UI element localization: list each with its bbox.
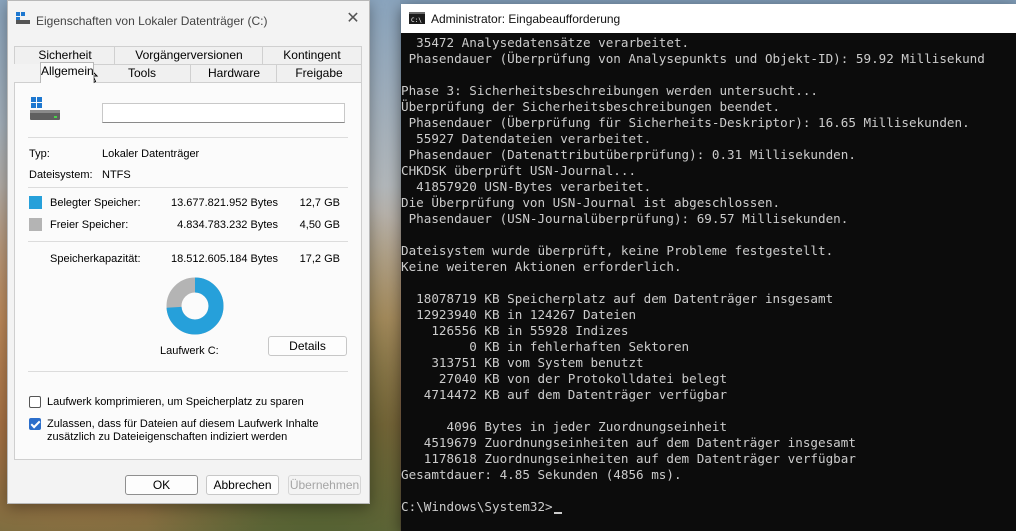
console-line: 35472 Analysedatensätze verarbeitet.: [401, 35, 690, 50]
free-space-swatch: [29, 218, 42, 231]
console-line: Überprüfung der Sicherheitsbeschreibunge…: [401, 99, 781, 114]
console-line: 1178618 Zuordnungseinheiten auf dem Date…: [401, 451, 856, 466]
console-line: Phasendauer (Überprüfung für Sicherheits…: [401, 115, 970, 130]
apply-button[interactable]: Übernehmen: [288, 475, 361, 495]
filesystem-label: Dateisystem:: [29, 169, 93, 181]
content-indexing-checkbox[interactable]: [29, 418, 41, 430]
drive-icon: [16, 12, 30, 24]
divider: [28, 371, 348, 372]
console-line: Die Überprüfung von USN-Journal ist abge…: [401, 195, 781, 210]
console-prompt-line: C:\Windows\System32>: [401, 499, 562, 515]
compress-drive-checkbox[interactable]: [29, 396, 41, 408]
capacity-label: Speicherkapazität:: [50, 253, 141, 265]
content-indexing-label-line1: Zulassen, dass für Dateien auf diesem La…: [47, 418, 319, 430]
console-line: 12923940 KB in 124267 Dateien: [401, 307, 637, 322]
usage-donut-chart: [166, 277, 224, 335]
console-line: 27040 KB von der Protokolldatei belegt: [401, 371, 728, 386]
filesystem-value: NTFS: [102, 169, 131, 181]
capacity-size: 17,2 GB: [299, 253, 340, 265]
compress-drive-label: Laufwerk komprimieren, um Speicherplatz …: [47, 396, 304, 408]
svg-text:C:\: C:\: [411, 17, 422, 24]
divider: [28, 187, 348, 188]
tab-kontingent[interactable]: Kontingent: [262, 46, 362, 64]
properties-dialog: Eigenschaften von Lokaler Datenträger (C…: [7, 0, 370, 504]
console-line: Phasendauer (Datenattributüberprüfung): …: [401, 147, 856, 162]
console-line: Phasendauer (USN-Journalüberprüfung): 69…: [401, 211, 849, 226]
console-line: 4096 Bytes in jeder Zuordnungseinheit: [401, 419, 728, 434]
tab-row-2: Allgemein Tools Hardware Freigabe: [14, 62, 362, 83]
hard-drive-icon: [30, 97, 60, 120]
console-line: Dateisystem wurde überprüft, keine Probl…: [401, 243, 834, 258]
console-line: 4519679 Zuordnungseinheiten auf dem Date…: [401, 435, 856, 450]
tab-hardware[interactable]: Hardware: [190, 64, 278, 82]
type-value: Lokaler Datenträger: [102, 148, 200, 160]
console-line: 4714472 KB auf dem Datenträger verfügbar: [401, 387, 728, 402]
cancel-button[interactable]: Abbrechen: [206, 475, 279, 495]
used-space-size: 12,7 GB: [299, 197, 340, 209]
command-prompt-icon: C:\: [409, 12, 425, 24]
free-space-label: Freier Speicher:: [50, 219, 129, 231]
console-titlebar[interactable]: C:\ Administrator: Eingabeaufforderung: [401, 4, 1016, 33]
text-cursor: [553, 512, 562, 514]
console-line: CHKDSK überprüft USN-Journal...: [401, 163, 637, 178]
close-icon[interactable]: ✕: [345, 11, 361, 27]
console-line: Phase 3: Sicherheitsbeschreibungen werde…: [401, 83, 819, 98]
tab-allgemein[interactable]: Allgemein: [40, 62, 94, 83]
console-line: Keine weiteren Aktionen erforderlich.: [401, 259, 682, 274]
console-line: Phasendauer (Überprüfung von Analysepunk…: [401, 51, 985, 66]
divider: [28, 137, 348, 138]
console-line: Gesamtdauer: 4.85 Sekunden (4856 ms).: [401, 467, 682, 482]
content-indexing-label-line2: zusätzlich zu Dateieigenschaften indizie…: [47, 431, 288, 443]
ok-button[interactable]: OK: [125, 475, 198, 495]
tab-vorgaengerversionen[interactable]: Vorgängerversionen: [114, 46, 264, 64]
type-label: Typ:: [29, 148, 50, 160]
console-line: 126556 KB in 55928 Indizes: [401, 323, 629, 338]
console-line: 0 KB in fehlerhaften Sektoren: [401, 339, 690, 354]
used-space-swatch: [29, 196, 42, 209]
tab-tools[interactable]: Tools: [92, 64, 192, 82]
tab-freigabe[interactable]: Freigabe: [276, 64, 362, 82]
free-space-size: 4,50 GB: [299, 219, 340, 231]
console-title: Administrator: Eingabeaufforderung: [431, 12, 621, 26]
tab-panel-allgemein: Typ: Lokaler Datenträger Dateisystem: NT…: [14, 82, 362, 460]
console-line: 18078719 KB Speicherplatz auf dem Datent…: [401, 291, 834, 306]
drive-letter-label: Laufwerk C:: [160, 345, 219, 357]
divider: [28, 241, 348, 242]
dialog-titlebar[interactable]: Eigenschaften von Lokaler Datenträger (C…: [8, 1, 369, 39]
console-line: 313751 KB vom System benutzt: [401, 355, 644, 370]
free-space-bytes: 4.834.783.232 Bytes: [177, 219, 278, 231]
console-line: 55927 Datendateien verarbeitet.: [401, 131, 652, 146]
details-button[interactable]: Details: [268, 336, 347, 356]
drive-name-input[interactable]: [102, 103, 345, 123]
used-space-bytes: 13.677.821.952 Bytes: [170, 197, 278, 209]
dialog-title: Eigenschaften von Lokaler Datenträger (C…: [36, 14, 268, 28]
capacity-bytes: 18.512.605.184 Bytes: [170, 253, 278, 265]
console-line: 41857920 USN-Bytes verarbeitet.: [401, 179, 652, 194]
console-output[interactable]: 35472 Analysedatensätze verarbeitet. Pha…: [401, 35, 1016, 531]
command-prompt-window[interactable]: C:\ Administrator: Eingabeaufforderung 3…: [401, 4, 1016, 531]
used-space-label: Belegter Speicher:: [50, 197, 141, 209]
